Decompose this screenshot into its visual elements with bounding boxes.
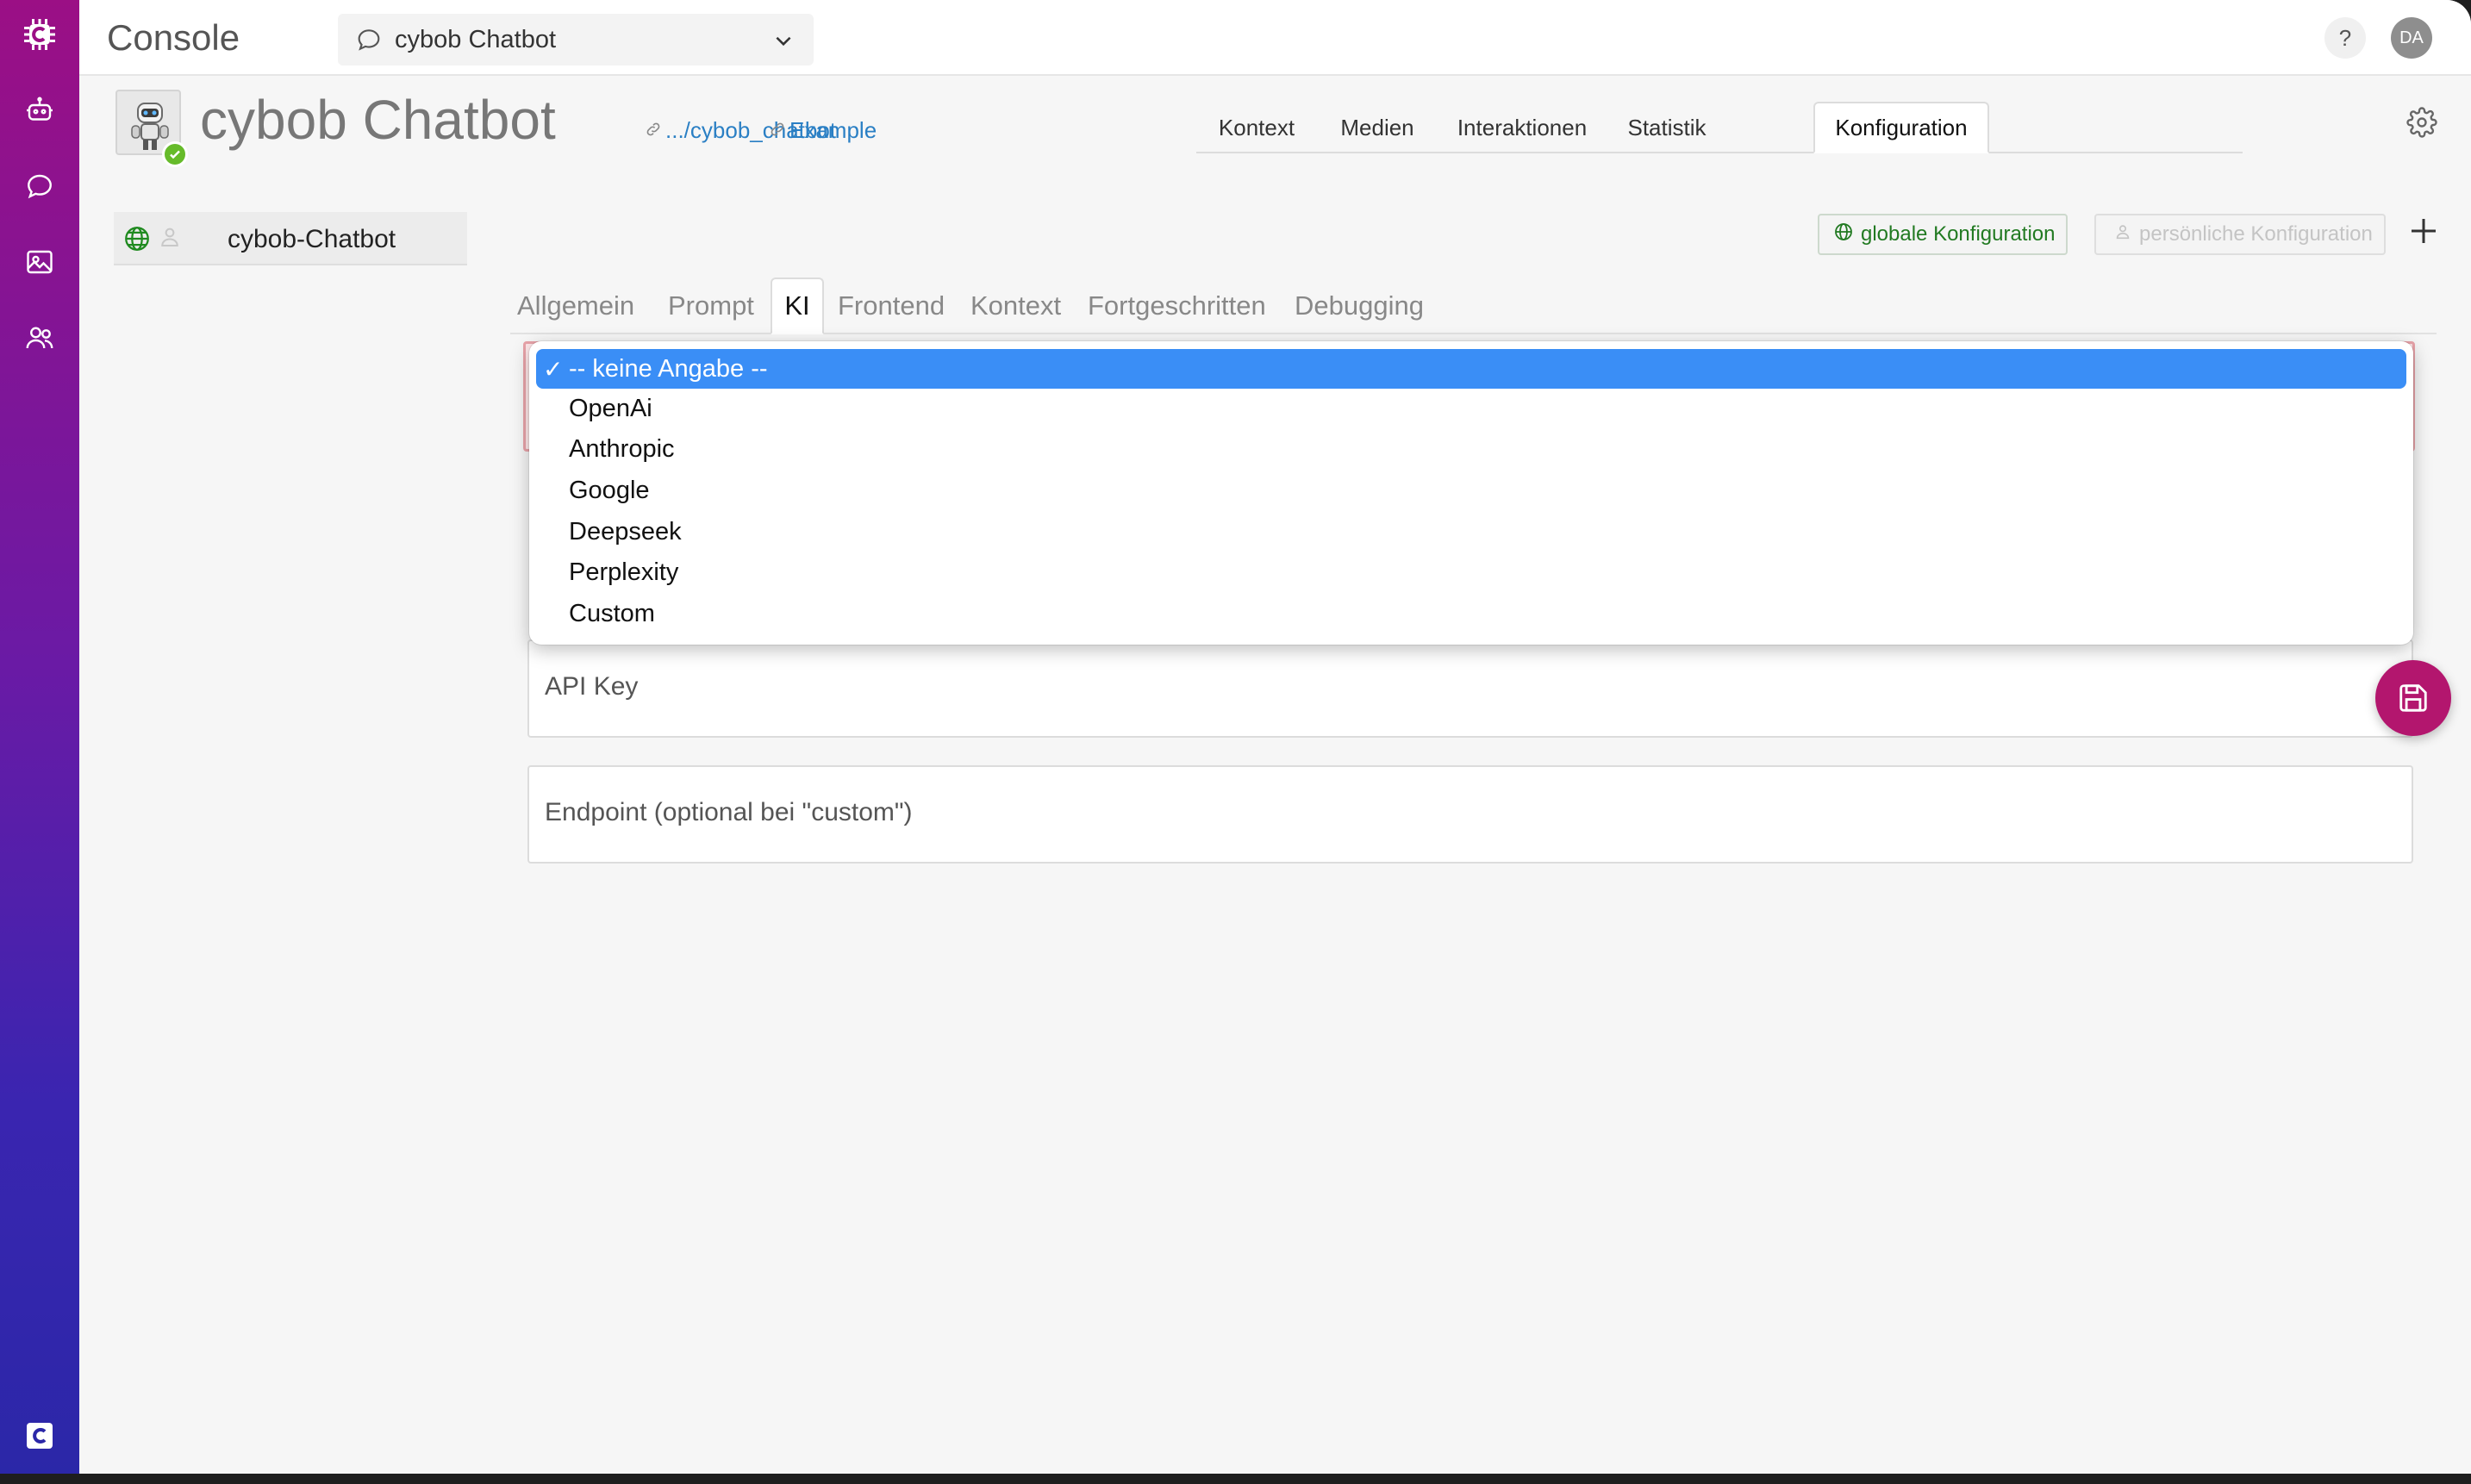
config-sub-tabs: Allgemein Prompt KI Frontend Kontext For… — [510, 277, 2437, 334]
link-icon — [645, 117, 662, 144]
link-icon — [769, 117, 786, 144]
api-key-label: API Key — [545, 672, 639, 701]
provider-option-google[interactable]: Google — [536, 471, 2406, 510]
globe-icon — [1833, 221, 1854, 248]
add-config-button[interactable] — [2406, 214, 2441, 253]
provider-option-label: -- keine Angabe -- — [569, 354, 768, 383]
tab-kontext[interactable]: Kontext — [1196, 102, 1317, 153]
chat-nav-icon[interactable] — [22, 169, 57, 203]
provider-option-none[interactable]: ✓ -- keine Angabe -- — [536, 349, 2406, 389]
save-disk-icon — [2399, 684, 2427, 712]
checkmark-icon: ✓ — [543, 356, 564, 383]
settings-gear-icon[interactable] — [2406, 107, 2437, 142]
tab-statistik[interactable]: Statistik — [1607, 102, 1727, 153]
tab-ki[interactable]: KI — [771, 277, 824, 334]
main-tabs: Kontext Medien Interaktionen Statistik K… — [1196, 102, 2243, 153]
person-icon — [2113, 222, 2132, 247]
provider-option-custom[interactable]: Custom — [536, 594, 2406, 633]
brand-logo-icon[interactable] — [22, 1419, 57, 1453]
tab-frontend[interactable]: Frontend — [838, 277, 945, 334]
app-logo-icon[interactable] — [22, 17, 57, 52]
tab-fortgeschritten[interactable]: Fortgeschritten — [1088, 277, 1266, 334]
personal-config-button[interactable]: persönliche Konfiguration — [2094, 214, 2386, 255]
provider-option-deepseek[interactable]: Deepseek — [536, 512, 2406, 552]
globe-icon — [122, 224, 152, 258]
bot-nav-icon[interactable] — [22, 93, 57, 128]
top-bar: Console cybob Chatbot ? DA — [79, 0, 2471, 76]
chat-bubble-icon — [355, 26, 383, 58]
tab-konfiguration[interactable]: Konfiguration — [1813, 102, 1989, 153]
provider-dropdown-menu: ✓ -- keine Angabe -- OpenAi Anthropic Go… — [529, 341, 2413, 645]
tab-medien[interactable]: Medien — [1317, 102, 1438, 153]
provider-option-openai[interactable]: OpenAi — [536, 389, 2406, 428]
bot-title: cybob Chatbot — [200, 89, 556, 151]
global-config-button[interactable]: globale Konfiguration — [1818, 214, 2068, 255]
users-nav-icon[interactable] — [22, 321, 57, 355]
chevron-down-icon — [772, 29, 795, 56]
personal-config-label: persönliche Konfiguration — [2139, 222, 2373, 246]
api-key-field[interactable]: API Key — [527, 639, 2413, 738]
app-title: Console — [107, 17, 240, 58]
tab-kontext-sub[interactable]: Kontext — [970, 277, 1061, 334]
save-button[interactable] — [2375, 660, 2451, 736]
app-content: Console cybob Chatbot ? DA cybob Chatbot… — [79, 0, 2471, 1474]
global-config-label: globale Konfiguration — [1861, 222, 2056, 246]
tab-interaktionen[interactable]: Interaktionen — [1438, 102, 1607, 153]
bot-selector[interactable]: cybob Chatbot — [338, 14, 814, 65]
config-list-item[interactable]: cybob-Chatbot — [114, 212, 467, 265]
example-link[interactable]: Example — [769, 117, 877, 144]
person-icon — [157, 224, 183, 254]
provider-option-anthropic[interactable]: Anthropic — [536, 429, 2406, 469]
app-sidebar — [0, 0, 79, 1474]
bot-selector-label: cybob Chatbot — [395, 26, 557, 53]
help-button[interactable]: ? — [2324, 17, 2366, 59]
endpoint-field[interactable]: Endpoint (optional bei "custom") — [527, 765, 2413, 864]
tab-allgemein[interactable]: Allgemein — [517, 277, 634, 334]
status-ok-icon — [162, 141, 188, 167]
endpoint-label: Endpoint (optional bei "custom") — [545, 798, 913, 826]
example-link-text: Example — [789, 117, 877, 143]
provider-option-perplexity[interactable]: Perplexity — [536, 552, 2406, 592]
media-nav-icon[interactable] — [22, 245, 57, 279]
user-avatar[interactable]: DA — [2391, 17, 2432, 59]
plus-icon — [2412, 219, 2436, 243]
tab-debugging[interactable]: Debugging — [1295, 277, 1424, 334]
config-list-item-label: cybob-Chatbot — [228, 225, 396, 253]
tab-prompt[interactable]: Prompt — [668, 277, 754, 334]
